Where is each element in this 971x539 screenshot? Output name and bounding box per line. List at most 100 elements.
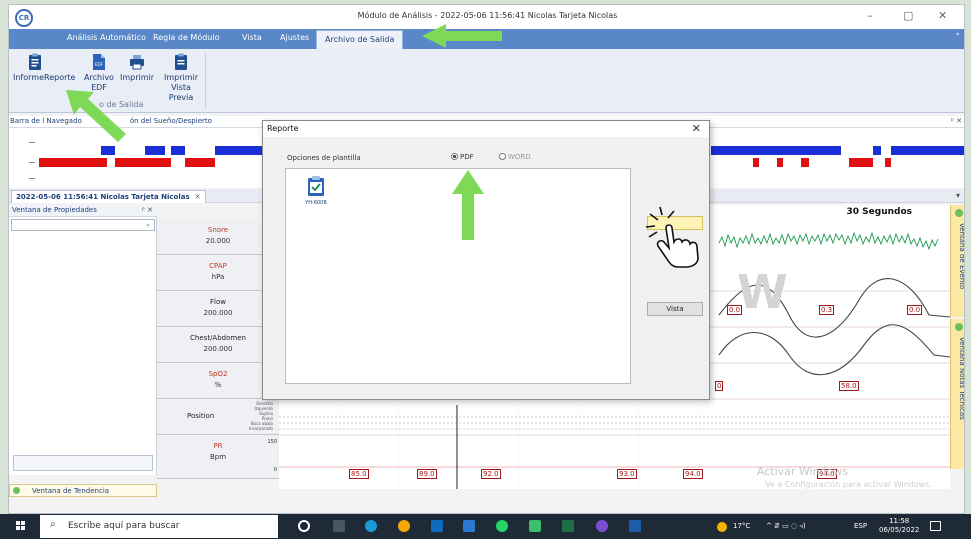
tab-list-dropdown-icon[interactable]: ▾ xyxy=(956,191,960,200)
widgets-icon[interactable] xyxy=(333,520,345,532)
properties-select[interactable]: ⌄ xyxy=(11,219,155,231)
imprimir-vista-previa-button[interactable]: Imprimir Vista Previa xyxy=(159,53,203,103)
wake-segment xyxy=(185,158,215,167)
edge-browser-icon[interactable] xyxy=(365,520,377,532)
event-window-label: Ventana de Evento xyxy=(958,223,965,290)
informe-reporte-button[interactable]: InformeReporte xyxy=(13,53,75,83)
tab-regla-de-modulo[interactable]: Regla de Módulo xyxy=(153,33,219,42)
weather-sun-icon[interactable] xyxy=(717,522,727,532)
notes-window-tab[interactable]: Ventana Notas Técnicas xyxy=(950,319,964,469)
radio-selected-icon xyxy=(451,153,458,160)
channel-pr[interactable]: PR Bpm 150 0 xyxy=(157,435,279,479)
clipboard-check-icon xyxy=(308,176,324,196)
view-button[interactable]: Vista xyxy=(647,302,703,316)
imprimir-label: Imprimir xyxy=(119,73,155,82)
ribbon-collapse-icon[interactable]: ˄ xyxy=(956,33,961,43)
properties-title: Ventana de Propiedades xyxy=(12,206,97,214)
properties-footer-box xyxy=(13,455,153,471)
taskbar-search-box[interactable]: ⌕ Escribe aquí para buscar xyxy=(40,515,278,538)
trend-status-icon xyxy=(13,487,20,494)
sleep-segment xyxy=(873,146,881,155)
channel-cpap[interactable]: CPAP hPa xyxy=(157,255,279,291)
discord-icon[interactable] xyxy=(596,520,608,532)
properties-pane-controls[interactable]: ᵖ ✕ xyxy=(142,206,153,214)
navigator-pane-controls[interactable]: ᵖ ✕ xyxy=(951,117,962,125)
channel-snore[interactable]: Snore 20.000 xyxy=(157,219,279,255)
notes-status-icon xyxy=(955,323,963,331)
tab-analisis-automatico[interactable]: Análisis Automático xyxy=(67,33,146,42)
watermark-letter: W xyxy=(737,265,788,319)
properties-panel: Ventana de Propiedades ᵖ ✕ ⌄ xyxy=(9,205,157,475)
close-button[interactable]: ✕ xyxy=(938,9,947,22)
tab-ajustes[interactable]: Ajustes xyxy=(280,33,309,42)
excel-icon[interactable] xyxy=(562,520,574,532)
dialog-title: Reporte xyxy=(267,124,299,133)
windows-taskbar: ⌕ Escribe aquí para buscar 17°C ^ ⇵ ▭ ◌ … xyxy=(0,514,971,539)
event-window-tab[interactable]: Ventana de Evento xyxy=(950,205,965,317)
channel-unit: 200.000 xyxy=(203,345,233,353)
task-view-icon[interactable] xyxy=(298,520,310,532)
segment-duration-label: 30 Segundos xyxy=(846,207,912,217)
wake-segment xyxy=(777,158,783,167)
clock-date: 06/05/2022 xyxy=(879,526,920,534)
whatsapp-icon[interactable] xyxy=(496,520,508,532)
document-tab[interactable]: 2022-05-06 11:56:41 Nicolas Tarjeta Nico… xyxy=(11,190,206,203)
chevron-down-icon: ⌄ xyxy=(145,220,151,228)
window-title: Módulo de Análisis - 2022-05-06 11:56:41… xyxy=(357,11,618,20)
acrobat-icon[interactable] xyxy=(529,520,541,532)
word-radio[interactable]: WORD xyxy=(499,153,531,161)
channel-unit: 20.000 xyxy=(205,237,231,245)
wake-segment xyxy=(115,158,145,167)
channel-chest-abdomen[interactable]: Chest/Abdomen 200.000 xyxy=(157,327,279,363)
pr-max-tick: 150 xyxy=(267,439,277,445)
channel-position[interactable]: Position Derecho Izquierdo Supino Prono … xyxy=(157,399,279,435)
ribbon-panel: InformeReporte EDF Archivo EDF Imprimir xyxy=(9,49,964,113)
document-tab-close-icon[interactable]: ✕ xyxy=(195,193,201,201)
outlook-icon[interactable] xyxy=(431,520,443,532)
flow-value: 0.3 xyxy=(819,305,835,315)
pr-value: 85.0 xyxy=(349,469,369,479)
taskbar-clock[interactable]: 11:58 06/05/2022 xyxy=(879,517,919,535)
maximize-button[interactable]: ▢ xyxy=(903,9,913,22)
spo2-value: 0 xyxy=(715,381,724,391)
weather-temperature[interactable]: 17°C xyxy=(733,522,750,530)
wake-segment xyxy=(849,158,873,167)
trend-window-bar[interactable]: Ventana de Tendencia xyxy=(9,484,157,497)
analysis-app-icon[interactable] xyxy=(629,520,641,532)
template-options-label: Opciones de plantilla xyxy=(287,154,361,162)
dialog-close-button[interactable]: ✕ xyxy=(692,122,701,135)
wake-segment xyxy=(753,158,759,167)
notification-icon[interactable] xyxy=(930,521,941,531)
pointer-hand-icon xyxy=(645,206,699,268)
clipboard-icon xyxy=(29,53,41,70)
minimize-button[interactable]: – xyxy=(867,9,873,22)
pr-value: 92.0 xyxy=(481,469,501,479)
language-indicator[interactable]: ESP xyxy=(854,522,867,530)
flow-value: 0.0 xyxy=(907,305,923,315)
edf-icon-text: EDF xyxy=(95,62,104,67)
mail-icon[interactable] xyxy=(463,520,475,532)
pdf-radio[interactable]: PDF xyxy=(451,153,474,161)
imprimir-vista-previa-label-line2: Vista Previa xyxy=(168,83,194,102)
chrome-browser-icon[interactable] xyxy=(398,520,410,532)
system-tray-icons[interactable]: ^ ⇵ ▭ ◌ ◃) xyxy=(766,522,806,530)
channel-label-column: Snore 20.000 CPAP hPa Flow 200.000 Chest… xyxy=(157,205,279,489)
pr-value: 93.0 xyxy=(617,469,637,479)
pr-value: 94.0 xyxy=(683,469,703,479)
windows-start-icon[interactable] xyxy=(16,521,26,531)
pr-min-tick: 0 xyxy=(273,467,277,473)
channel-name: Snore xyxy=(207,226,229,234)
channel-unit: Bpm xyxy=(209,453,227,461)
imprimir-button[interactable]: Imprimir xyxy=(119,53,155,83)
tab-archivo-de-salida[interactable]: Archivo de Salida xyxy=(316,30,404,49)
channel-spo2[interactable]: SpO2 % xyxy=(157,363,279,399)
channel-unit: 200.000 xyxy=(203,309,233,317)
channel-name: CPAP xyxy=(209,262,227,270)
channel-flow[interactable]: Flow 200.000 xyxy=(157,291,279,327)
trend-window-label: Ventana de Tendencia xyxy=(32,487,110,495)
tab-vista[interactable]: Vista xyxy=(242,33,262,42)
wake-segment xyxy=(39,158,107,167)
template-item[interactable]: YH-600B xyxy=(294,175,338,206)
archivo-edf-button[interactable]: EDF Archivo EDF xyxy=(81,53,117,93)
template-name: YH-600B xyxy=(305,200,327,206)
